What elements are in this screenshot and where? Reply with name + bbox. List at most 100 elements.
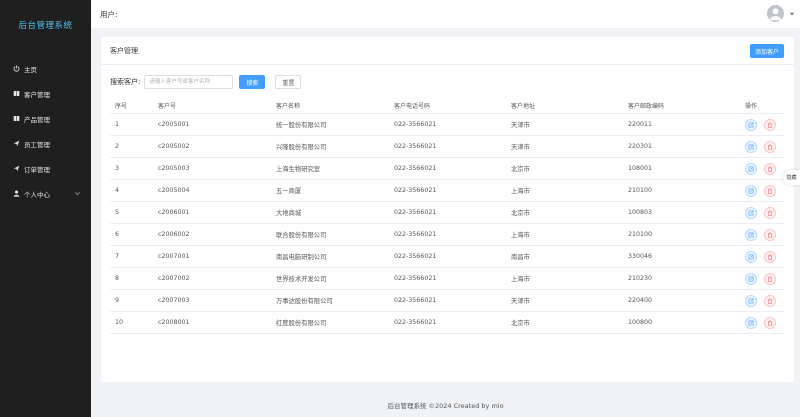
book-icon: [12, 90, 20, 98]
table-row: 6 c2006002 联合股份有限公司 022-3566021 上海市 210100: [110, 224, 785, 246]
cell-index: 4: [115, 187, 120, 194]
cell-index: 9: [115, 297, 120, 304]
row-actions: [745, 272, 785, 285]
cell-postcode: 220011: [628, 121, 653, 128]
row-actions: [745, 184, 785, 197]
footer: 后台管理系统 ©2024 Created by mio: [387, 402, 504, 410]
send-icon: [12, 140, 20, 148]
delete-icon[interactable]: [764, 118, 776, 131]
cell-phone: 022-3566021: [394, 187, 437, 194]
send-icon: [12, 165, 20, 173]
cell-postcode: 210230: [628, 275, 653, 282]
cell-address: 北京市: [511, 320, 530, 327]
cell-index: 6: [115, 231, 120, 238]
avatar[interactable]: [767, 5, 784, 22]
cell-index: 5: [115, 209, 120, 216]
card-header: 客户管理: [101, 37, 794, 65]
cell-customer-name: 南昌电脑研制公司: [276, 254, 327, 261]
delete-icon[interactable]: [764, 162, 776, 175]
edit-icon[interactable]: [745, 118, 757, 131]
table-row: 4 c2005004 五一商厦 022-3566021 上海市 210100: [110, 180, 785, 202]
table-row: 7 c2007001 南昌电脑研制公司 022-3566021 南昌市 330046: [110, 246, 785, 268]
sidebar: 后台管理系统 主页 客户管理 产品管理 员工管理 订单管理 个人中心: [0, 0, 91, 417]
cell-index: 3: [115, 165, 120, 172]
delete-icon[interactable]: [764, 250, 776, 263]
cell-customer-name: 万事达股份有限公司: [276, 298, 333, 305]
cell-postcode: 210100: [628, 231, 653, 238]
top-header: 用户:: [91, 0, 800, 28]
search-input[interactable]: [144, 75, 234, 89]
delete-icon[interactable]: [764, 316, 776, 329]
sidebar-item-orders[interactable]: 订单管理: [0, 156, 91, 181]
book-icon: [12, 115, 20, 123]
table-row: 1 c2005001 统一股份有限公司 022-3566021 天津市 220011: [110, 114, 785, 136]
cell-customer-id: c2007003: [158, 297, 190, 304]
cell-postcode: 220301: [628, 143, 653, 150]
row-actions: [745, 294, 785, 307]
reset-button[interactable]: 重置: [275, 75, 302, 89]
edit-icon[interactable]: [745, 294, 757, 307]
cell-address: 北京市: [511, 166, 530, 173]
chevron-down-icon: [75, 192, 80, 196]
power-icon: [12, 65, 20, 73]
row-actions: [745, 140, 785, 153]
table-row: 3 c2005003 上海生物研究室 022-3566021 北京市 108001: [110, 158, 785, 180]
sidebar-menu: 主页 客户管理 产品管理 员工管理 订单管理 个人中心: [0, 56, 91, 206]
delete-icon[interactable]: [764, 140, 776, 153]
edit-icon[interactable]: [745, 162, 757, 175]
edit-icon[interactable]: [745, 140, 757, 153]
avatar-icon: [769, 8, 782, 21]
delete-icon[interactable]: [764, 272, 776, 285]
delete-icon[interactable]: [764, 184, 776, 197]
cell-customer-name: 统一股份有限公司: [276, 122, 327, 129]
sidebar-item-customers[interactable]: 客户管理: [0, 81, 91, 106]
cell-customer-name: 兴隆股份有限公司: [276, 144, 327, 151]
edit-icon[interactable]: [745, 272, 757, 285]
row-actions: [745, 118, 785, 131]
cell-address: 北京市: [511, 210, 530, 217]
search-label: 搜索客户:: [110, 78, 141, 86]
cell-customer-id: c2006002: [158, 231, 190, 238]
cell-address: 上海市: [511, 232, 530, 239]
cell-customer-id: c2005004: [158, 187, 190, 194]
cell-phone: 022-3566021: [394, 231, 437, 238]
cell-phone: 022-3566021: [394, 275, 437, 282]
row-actions: [745, 316, 785, 329]
cell-customer-name: 五一商厦: [276, 188, 302, 195]
sidebar-item-products[interactable]: 产品管理: [0, 106, 91, 131]
table-row: 9 c2007003 万事达股份有限公司 022-3566021 天津市 220400: [110, 290, 785, 312]
sidebar-item-profile[interactable]: 个人中心: [0, 181, 91, 206]
cell-customer-id: c2007002: [158, 275, 190, 282]
sidebar-item-home[interactable]: 主页: [0, 56, 91, 81]
sidebar-item-employees[interactable]: 员工管理: [0, 131, 91, 156]
delete-icon[interactable]: [764, 206, 776, 219]
search-button[interactable]: 搜索: [239, 75, 266, 89]
cell-address: 天津市: [511, 144, 530, 151]
sidebar-item-label: 订单管理: [24, 165, 50, 174]
sidebar-item-label: 主页: [24, 65, 37, 74]
header-phone: 客户电话号码: [394, 103, 431, 110]
edit-icon[interactable]: [745, 316, 757, 329]
edit-icon[interactable]: [745, 250, 757, 263]
cell-phone: 022-3566021: [394, 319, 437, 326]
table-row: 8 c2007002 世界技术开发公司 022-3566021 上海市 210230: [110, 268, 785, 290]
cell-index: 7: [115, 253, 120, 260]
hide-toggle-tab[interactable]: 隐藏: [783, 170, 800, 185]
cell-customer-name: 大地商城: [276, 210, 302, 217]
edit-icon[interactable]: [745, 228, 757, 241]
customer-table: 序号 客户号 客户名称 客户电话号码 客户地址 客户邮政编码 操作 1 c2005…: [110, 98, 785, 334]
table-row: 5 c2006001 大地商城 022-3566021 北京市 100803: [110, 202, 785, 224]
add-customer-button[interactable]: 添加客户: [749, 44, 784, 58]
delete-icon[interactable]: [764, 294, 776, 307]
table-row: 2 c2005002 兴隆股份有限公司 022-3566021 天津市 220301: [110, 136, 785, 158]
cell-address: 南昌市: [511, 254, 530, 261]
header-index: 序号: [115, 103, 128, 110]
sidebar-item-label: 客户管理: [24, 90, 50, 99]
cell-postcode: 220400: [628, 297, 653, 304]
caret-down-icon[interactable]: [789, 11, 795, 17]
edit-icon[interactable]: [745, 206, 757, 219]
table-header: 序号 客户号 客户名称 客户电话号码 客户地址 客户邮政编码 操作: [110, 98, 785, 114]
customer-management-card: 客户管理 添加客户 搜索客户: 搜索 重置 序号 客户号 客户名称 客户电话号码…: [101, 37, 794, 382]
edit-icon[interactable]: [745, 184, 757, 197]
delete-icon[interactable]: [764, 228, 776, 241]
